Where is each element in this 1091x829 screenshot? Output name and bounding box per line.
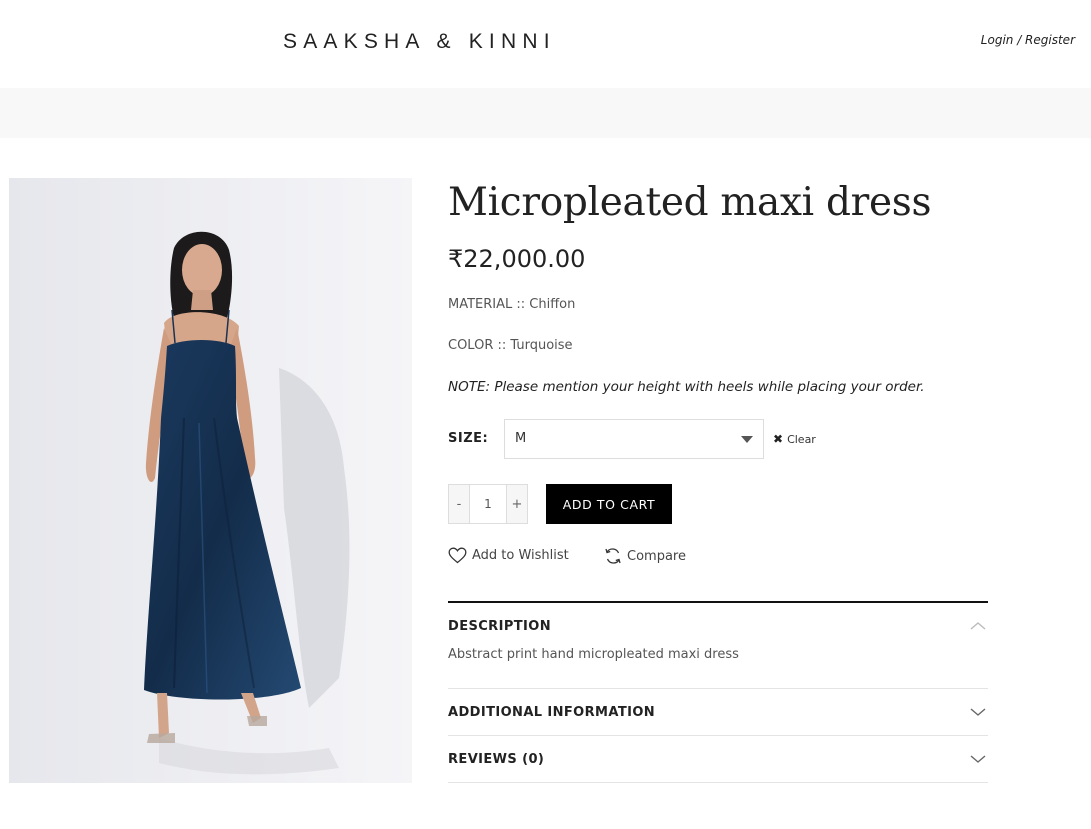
- chevron-down-icon: [968, 706, 988, 718]
- compare-link[interactable]: Compare: [604, 547, 686, 565]
- quantity-plus-button[interactable]: +: [507, 485, 527, 523]
- tab-reviews-label: REVIEWS (0): [448, 751, 545, 767]
- product-color: COLOR :: Turquoise: [448, 338, 573, 353]
- add-to-cart-button[interactable]: ADD TO CART: [546, 484, 672, 524]
- accordion-item-description: DESCRIPTION Abstract print hand microple…: [448, 603, 988, 689]
- caret-down-icon: [741, 436, 753, 443]
- size-label-colon: :: [482, 431, 489, 446]
- tab-description-label: DESCRIPTION: [448, 618, 551, 634]
- size-selected-value: M: [515, 431, 527, 446]
- wishlist-label: Add to Wishlist: [472, 548, 569, 563]
- quantity-stepper: - 1 +: [448, 484, 528, 524]
- quantity-minus-button[interactable]: -: [449, 485, 469, 523]
- product-title: Micropleated maxi dress: [448, 180, 932, 225]
- clear-size-link[interactable]: ✖ Clear: [773, 432, 816, 446]
- heart-icon: [448, 547, 467, 564]
- site-logo[interactable]: SAAKSHA & KINNI: [283, 30, 556, 54]
- model-photo: [9, 178, 412, 783]
- page-title-band: [0, 88, 1091, 138]
- login-register-link[interactable]: Login / Register: [981, 33, 1075, 47]
- product-tabs-accordion: DESCRIPTION Abstract print hand microple…: [448, 601, 988, 783]
- refresh-icon: [605, 548, 621, 564]
- tab-additional-information[interactable]: ADDITIONAL INFORMATION: [448, 689, 988, 735]
- size-label-text: SIZE: [448, 431, 483, 446]
- order-note: NOTE: Please mention your height with he…: [448, 379, 925, 395]
- description-content: Abstract print hand micropleated maxi dr…: [448, 647, 739, 662]
- size-label: SIZE:: [448, 431, 488, 446]
- accordion-item-additional-info: ADDITIONAL INFORMATION: [448, 689, 988, 736]
- size-select[interactable]: M: [504, 419, 764, 459]
- site-header: SAAKSHA & KINNI Login / Register: [0, 0, 1091, 88]
- product-material: MATERIAL :: Chiffon: [448, 297, 576, 312]
- add-to-wishlist-link[interactable]: Add to Wishlist: [448, 547, 569, 564]
- product-price: ₹22,000.00: [448, 245, 586, 273]
- tab-additional-information-label: ADDITIONAL INFORMATION: [448, 704, 656, 720]
- clear-label: Clear: [787, 432, 816, 446]
- quantity-input[interactable]: 1: [469, 485, 507, 523]
- accordion-item-reviews: REVIEWS (0): [448, 736, 988, 783]
- tab-description[interactable]: DESCRIPTION: [448, 603, 988, 649]
- close-icon: ✖: [773, 432, 784, 446]
- compare-label: Compare: [627, 548, 686, 564]
- chevron-up-icon: [968, 620, 988, 632]
- chevron-down-icon: [968, 753, 988, 765]
- tab-reviews[interactable]: REVIEWS (0): [448, 736, 988, 782]
- product-image[interactable]: [9, 178, 412, 783]
